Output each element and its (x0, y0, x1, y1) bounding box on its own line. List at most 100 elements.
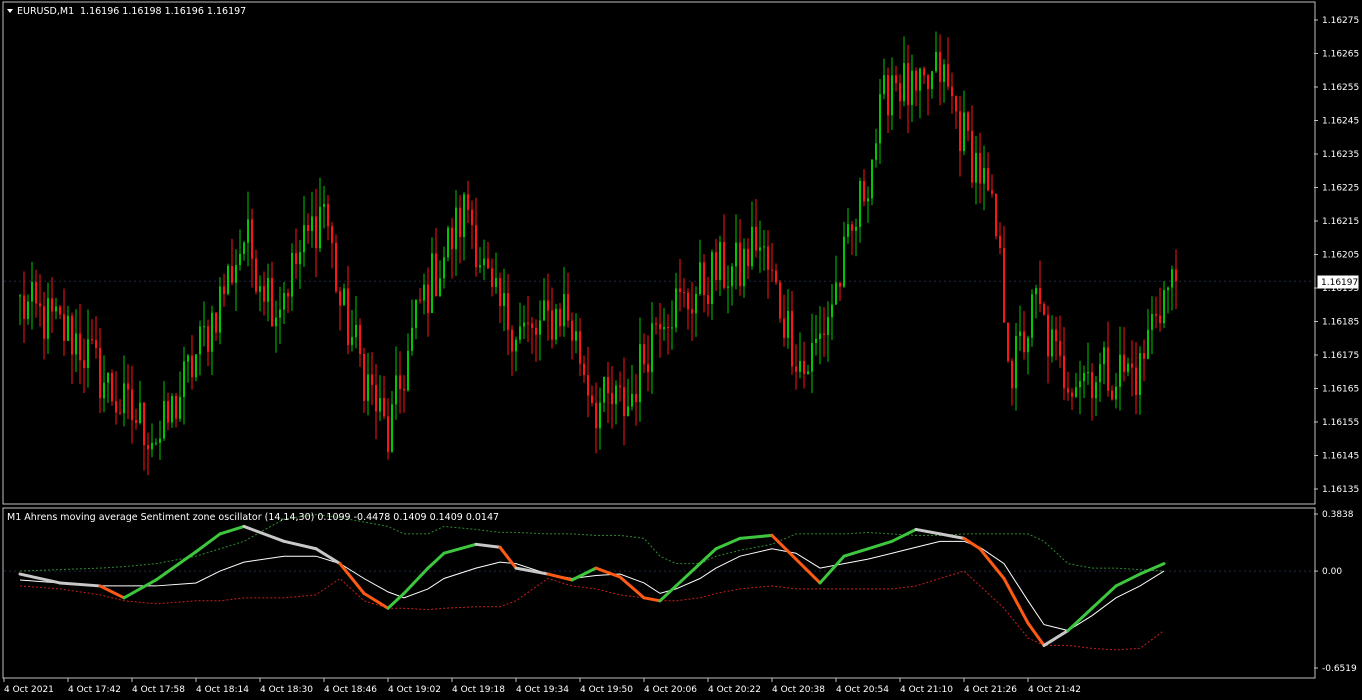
candle-body (1103, 347, 1105, 365)
candle-body (843, 236, 845, 287)
candle-body (643, 344, 645, 365)
candle-body (691, 309, 693, 314)
candle-body (139, 402, 141, 423)
trading-chart[interactable]: 1.16275 1.16265 1.16255 1.16245 1.16235 1.162… (0, 0, 1362, 700)
candle-body (1151, 314, 1153, 330)
candle-body (1143, 353, 1145, 359)
candle-body (587, 375, 589, 396)
candle-body (603, 376, 605, 403)
candle-body (147, 445, 149, 450)
time-tick-label: 4 Oct 20:06 (644, 685, 697, 695)
candle-body (371, 374, 373, 386)
price-tick-label: 1.16165 (1322, 385, 1359, 395)
price-tick-label: 1.16205 (1322, 251, 1359, 261)
candle-body (911, 70, 913, 105)
candle-body (283, 292, 285, 310)
candle-body (863, 181, 865, 202)
candle-body (359, 324, 361, 354)
candle-body (591, 395, 593, 403)
candle-body (1155, 314, 1157, 316)
candle-body (431, 253, 433, 313)
candle-body (559, 308, 561, 327)
candle-body (347, 288, 349, 346)
candle-body (619, 385, 621, 388)
osc-tick-label: 0.3838 (1322, 510, 1354, 520)
candle-body (743, 248, 745, 287)
candle-body (459, 207, 461, 237)
candle-body (1163, 290, 1165, 324)
candle-body (583, 363, 585, 376)
candle-body (631, 393, 633, 407)
candle-body (363, 353, 365, 402)
candle-body (751, 226, 753, 267)
candle-body (427, 284, 429, 313)
time-tick-label: 4 Oct 19:50 (580, 685, 633, 695)
candle-body (955, 96, 957, 112)
candle-body (1147, 329, 1149, 359)
candle-body (351, 337, 353, 346)
candle-body (1043, 304, 1045, 315)
candle-body (331, 226, 333, 243)
price-tick-label: 1.16185 (1322, 318, 1359, 328)
candle-body (187, 355, 189, 362)
candle-body (623, 387, 625, 417)
candle-body (179, 396, 181, 419)
candle-body (255, 258, 257, 292)
candle-body (615, 385, 617, 405)
candle-body (975, 152, 977, 183)
candle-body (719, 242, 721, 280)
candle-body (895, 75, 897, 84)
candle-body (899, 83, 901, 102)
candle-body (1023, 331, 1025, 353)
candle-body (227, 265, 229, 295)
candle-body (635, 393, 637, 403)
candle-body (1055, 329, 1057, 342)
candle-body (475, 225, 477, 268)
candle-body (651, 323, 653, 373)
candle-body (123, 383, 125, 414)
price-tick-label: 1.16175 (1322, 351, 1359, 361)
candle-body (143, 402, 145, 446)
candle-body (1135, 367, 1137, 395)
candle-body (335, 242, 337, 292)
candle-body (71, 315, 73, 355)
candle-body (951, 86, 953, 97)
candle-body (891, 75, 893, 116)
candle-body (711, 252, 713, 305)
candle-body (571, 320, 573, 341)
candle-body (963, 112, 965, 152)
candle-body (747, 248, 749, 267)
candle-body (851, 224, 853, 231)
candle-body (663, 327, 665, 330)
candle-body (447, 227, 449, 258)
candle-body (935, 51, 937, 72)
time-tick-label: 4 Oct 17:42 (68, 685, 121, 695)
candle-body (495, 278, 497, 288)
candle-body (535, 327, 537, 335)
candle-body (155, 442, 157, 444)
candle-body (819, 333, 821, 339)
price-tick-label: 1.16255 (1322, 83, 1359, 93)
candle-body (167, 401, 169, 423)
candle-body (995, 193, 997, 237)
candle-body (439, 278, 441, 297)
candle-body (1027, 337, 1029, 353)
candle-body (707, 295, 709, 305)
candle-body (135, 420, 137, 423)
candle-body (195, 354, 197, 378)
candle-body (867, 198, 869, 202)
candle-body (823, 333, 825, 335)
candle-body (1119, 354, 1121, 387)
candle-body (855, 226, 857, 231)
candle-body (303, 225, 305, 253)
candle-body (151, 443, 153, 450)
candle-body (1175, 269, 1177, 282)
candle-body (379, 398, 381, 412)
candle-body (659, 323, 661, 330)
candle-body (311, 216, 313, 231)
candle-body (403, 388, 405, 391)
time-tick-label: 4 Oct 20:22 (708, 685, 761, 695)
candle-body (563, 294, 565, 327)
candle-body (327, 203, 329, 227)
osc-tick-label: -0.6519 (1322, 664, 1357, 674)
